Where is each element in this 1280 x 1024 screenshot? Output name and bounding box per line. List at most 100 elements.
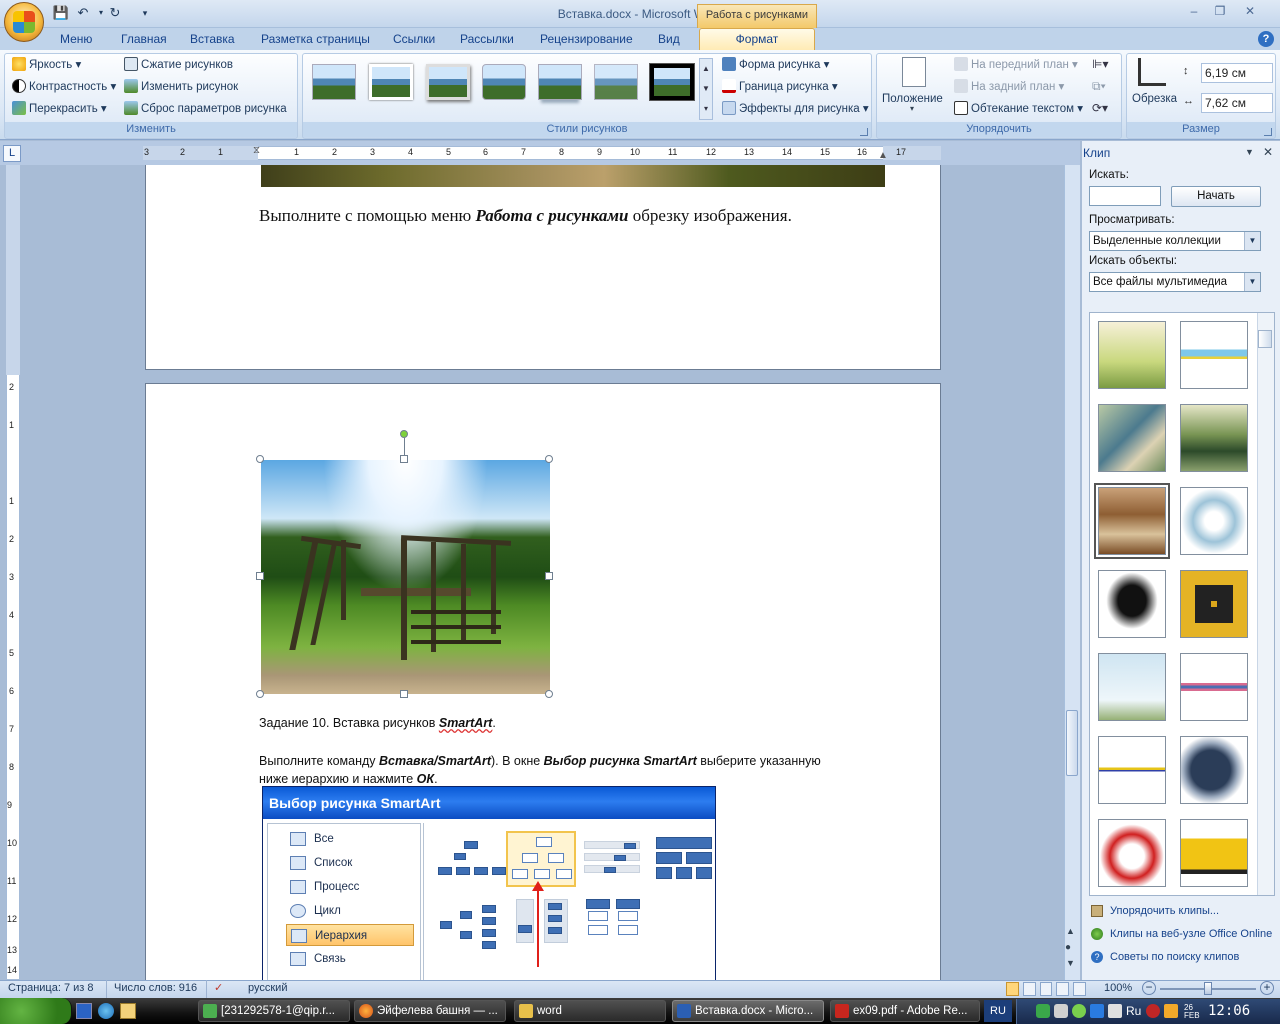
clock[interactable]: 12:06 <box>1208 1003 1250 1019</box>
clip-scrollbar[interactable] <box>1257 313 1274 895</box>
previous-image-bottom[interactable] <box>261 165 885 187</box>
clip-doctor[interactable] <box>1098 404 1166 472</box>
tab-page-layout[interactable]: Разметка страницы <box>259 31 372 50</box>
office-button[interactable] <box>4 2 44 42</box>
align-icon[interactable]: ⊫▾ <box>1092 57 1108 71</box>
send-to-back-button[interactable]: На задний план ▾ <box>954 78 1064 96</box>
tab-menu[interactable]: Меню <box>58 31 94 50</box>
task-qip[interactable]: [231292578-1@qip.r... <box>198 1000 350 1022</box>
page-count[interactable]: Страница: 7 из 8 <box>8 982 94 994</box>
search-input[interactable] <box>1089 186 1161 206</box>
picture-border-button[interactable]: Граница рисунка ▾ <box>722 78 838 96</box>
resize-handle-t[interactable] <box>400 455 408 463</box>
folder-icon[interactable] <box>120 1003 136 1019</box>
resize-handle-br[interactable] <box>545 690 553 698</box>
clip-scroll-thumb[interactable] <box>1258 330 1272 348</box>
clip-school-bus[interactable] <box>1180 819 1248 887</box>
scroll-up-icon[interactable]: ▲ <box>1066 926 1075 936</box>
resize-handle-bl[interactable] <box>256 690 264 698</box>
zoom-slider-thumb[interactable] <box>1204 982 1212 995</box>
help-icon[interactable]: ? <box>1258 31 1274 47</box>
smartart-dialog-picture[interactable]: Выбор рисунка SmartArt Все Список Процес… <box>262 786 716 984</box>
picture-style-6[interactable] <box>594 64 638 100</box>
tray-icon-1[interactable] <box>1036 1004 1050 1018</box>
picture-style-3[interactable] <box>426 64 470 100</box>
minimize-icon[interactable]: ‒ <box>1182 4 1206 20</box>
task-word-folder[interactable]: word <box>514 1000 666 1022</box>
contrast-button[interactable]: Контрастность ▾ <box>12 78 116 96</box>
zoom-level[interactable]: 100% <box>1104 982 1132 994</box>
tab-references[interactable]: Ссылки <box>391 31 437 50</box>
resize-handle-tl[interactable] <box>256 455 264 463</box>
rotate-handle[interactable] <box>400 430 408 438</box>
clip-cow[interactable] <box>1098 570 1166 638</box>
objects-select[interactable]: Все файлы мультимедиа <box>1089 272 1261 292</box>
tray-icon-2[interactable] <box>1054 1004 1068 1018</box>
clip-tractor[interactable] <box>1180 570 1248 638</box>
start-button[interactable] <box>0 998 72 1024</box>
picture-effects-button[interactable]: Эффекты для рисунка ▾ <box>722 100 869 118</box>
brightness-button[interactable]: Яркость ▾ <box>12 56 81 74</box>
selected-picture-bridge[interactable] <box>261 460 550 694</box>
task-word-document[interactable]: Вставка.docx - Micro... <box>672 1000 824 1022</box>
document-scrollbar[interactable] <box>1064 165 1080 980</box>
bring-to-front-button[interactable]: На передний план ▾ <box>954 56 1078 74</box>
tray-icon-7[interactable] <box>1164 1004 1178 1018</box>
tray-icon-6[interactable] <box>1146 1004 1160 1018</box>
ie-icon[interactable] <box>98 1003 114 1019</box>
restore-icon[interactable]: ❐ <box>1208 4 1232 20</box>
tray-icon-4[interactable] <box>1090 1004 1104 1018</box>
crop-button[interactable]: Обрезка <box>1132 90 1177 108</box>
right-indent-marker-icon[interactable]: ▲ <box>878 150 888 161</box>
picture-style-2[interactable] <box>369 64 413 100</box>
zoom-out-icon[interactable]: − <box>1142 981 1156 995</box>
clip-lake-house[interactable] <box>1180 404 1248 472</box>
tray-icon-5[interactable] <box>1108 1004 1122 1018</box>
go-button[interactable]: Начать <box>1171 186 1261 207</box>
scroll-down-icon[interactable]: ▼ <box>1066 958 1075 968</box>
document-scroll-thumb[interactable] <box>1066 710 1078 776</box>
size-dialog-launcher[interactable] <box>1264 128 1272 136</box>
browse-object-icon[interactable]: ● <box>1065 942 1071 953</box>
print-layout-icon[interactable] <box>1006 982 1019 996</box>
tab-selector-icon[interactable]: L <box>3 145 21 162</box>
width-input[interactable]: 7,62 см <box>1201 93 1273 113</box>
organize-clips-link[interactable]: Упорядочить клипы... <box>1110 905 1219 917</box>
picture-style-5[interactable] <box>538 64 582 100</box>
group-icon[interactable]: ⧉▾ <box>1092 79 1106 94</box>
resize-handle-tr[interactable] <box>545 455 553 463</box>
height-input[interactable]: 6,19 см <box>1201 63 1273 83</box>
clip-border-ornament[interactable] <box>1180 653 1248 721</box>
left-indent-marker-icon[interactable]: ⧖ <box>253 145 260 156</box>
tab-home[interactable]: Главная <box>119 31 169 50</box>
change-picture-button[interactable]: Изменить рисунок <box>124 78 238 96</box>
tab-insert[interactable]: Вставка <box>188 31 237 50</box>
word-count[interactable]: Число слов: 916 <box>114 982 197 994</box>
task-adobe-reader[interactable]: ex09.pdf - Adobe Re... <box>830 1000 980 1022</box>
clip-chain-line[interactable] <box>1098 736 1166 804</box>
styles-dialog-launcher[interactable] <box>860 128 868 136</box>
taskpane-close-icon[interactable]: ✕ <box>1263 145 1273 159</box>
picture-style-7[interactable] <box>649 63 695 101</box>
clip-church-selected[interactable] <box>1094 483 1170 559</box>
web-layout-icon[interactable] <box>1039 982 1053 996</box>
tab-review[interactable]: Рецензирование <box>538 31 635 50</box>
objects-dropdown-icon[interactable]: ▼ <box>1244 273 1260 291</box>
taskpane-menu-icon[interactable]: ▼ <box>1245 147 1254 157</box>
resize-handle-b[interactable] <box>400 690 408 698</box>
clip-football-helmet[interactable] <box>1180 736 1248 804</box>
tray-language[interactable]: Ru <box>1126 1004 1141 1018</box>
picture-style-1[interactable] <box>312 64 356 100</box>
clip-runner[interactable] <box>1180 487 1248 555</box>
draft-icon[interactable] <box>1073 982 1086 996</box>
tab-mailings[interactable]: Рассылки <box>458 31 516 50</box>
resize-handle-r[interactable] <box>545 572 553 580</box>
search-tips-link[interactable]: Советы по поиску клипов <box>1110 951 1239 963</box>
tray-icon-3[interactable] <box>1072 1004 1086 1018</box>
text-wrapping-button[interactable]: Обтекание текстом ▾ <box>954 100 1083 118</box>
compress-pictures-button[interactable]: Сжатие рисунков <box>124 56 233 74</box>
task-firefox[interactable]: Эйфелева башня — ... <box>354 1000 506 1022</box>
resize-handle-l[interactable] <box>256 572 264 580</box>
zoom-in-icon[interactable]: + <box>1260 981 1274 995</box>
clip-santa[interactable] <box>1098 819 1166 887</box>
